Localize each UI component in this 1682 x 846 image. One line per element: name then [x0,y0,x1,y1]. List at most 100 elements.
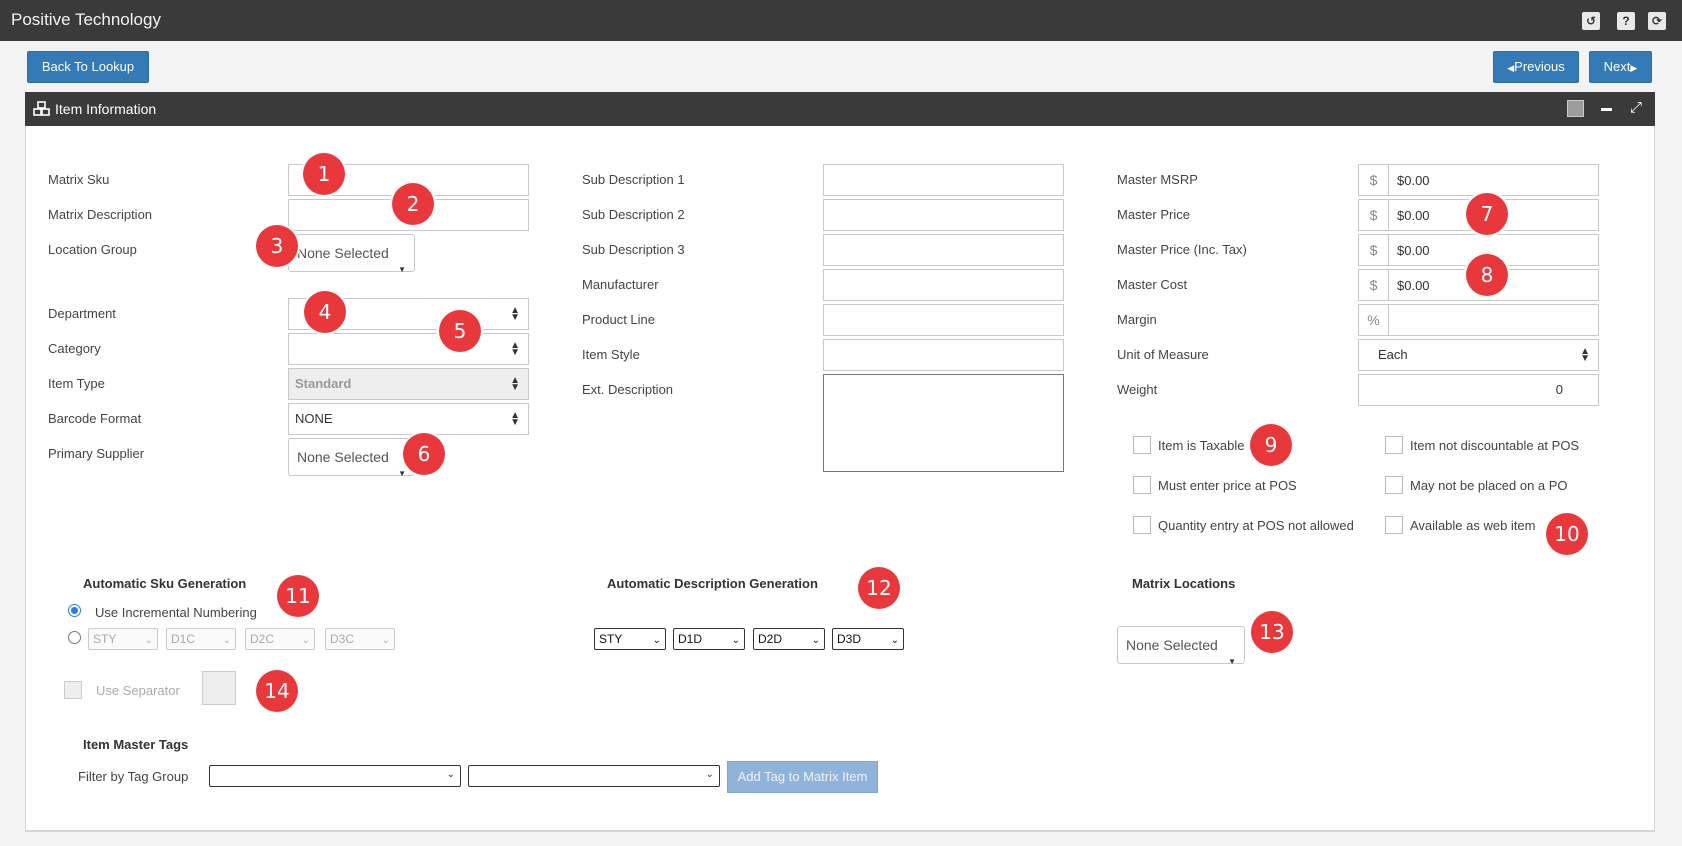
margin-input[interactable]: % [1358,304,1599,336]
refresh-icon[interactable]: ⟳ [1648,12,1666,30]
no-po-label: May not be placed on a PO [1410,478,1568,493]
next-label: Next [1603,59,1631,74]
product-line-input[interactable] [823,304,1064,336]
unit-of-measure-label: Unit of Measure [1117,347,1209,362]
barcode-format-label: Barcode Format [48,411,142,426]
ext-description-textarea[interactable] [823,374,1064,472]
manufacturer-input[interactable] [823,269,1064,301]
sku-part-value: D2C [250,632,275,646]
desc-part-value: D2D [758,632,783,646]
sku-part-select-1: STY ⌄ [88,628,158,650]
location-group-label: Location Group [48,242,137,257]
weight-input[interactable]: 0 [1358,374,1599,406]
not-discountable-checkbox[interactable] [1385,436,1403,454]
previous-label: Previous [1514,59,1565,74]
description-generation-title: Automatic Description Generation [607,576,818,591]
product-line-label: Product Line [582,312,655,327]
location-group-value: None Selected [297,245,389,261]
item-style-input[interactable] [823,339,1064,371]
tag-select[interactable]: ⌄ [468,765,720,787]
master-msrp-value: $0.00 [1397,173,1430,188]
sku-part-value: D1C [171,632,196,646]
matrix-locations-dropdown[interactable]: None Selected ▼ [1117,626,1245,666]
caret-down-icon: ⌄ [811,635,820,646]
location-group-dropdown[interactable]: None Selected ▼ [288,234,415,274]
desc-part-select-4[interactable]: D3D ⌄ [832,628,904,650]
caret-down-icon: ⌄ [890,635,899,646]
master-price-inc-tax-value: $0.00 [1397,243,1430,258]
master-msrp-input[interactable]: $ $0.00 [1358,164,1599,196]
app-header: Positive Technology ↺ ? ⟳ [0,0,1682,41]
item-taxable-checkbox[interactable] [1133,436,1151,454]
category-select[interactable]: ▲ ▼ [288,333,529,365]
sub-description-3-input[interactable] [823,234,1064,266]
panel-title: Item Information [55,101,157,117]
caret-down-icon: ⌄ [381,635,390,646]
use-separator-label: Use Separator [96,683,180,698]
unit-of-measure-select[interactable]: Each ▲ ▼ [1358,339,1599,371]
ext-description-label: Ext. Description [582,382,674,397]
desc-part-select-1[interactable]: STY ⌄ [594,628,666,650]
cubes-icon [33,101,50,116]
dollar-icon: $ [1359,270,1389,300]
use-separator-checkbox [64,681,82,699]
primary-supplier-label: Primary Supplier [48,446,145,461]
no-po-checkbox[interactable] [1385,476,1403,494]
dollar-icon: $ [1359,235,1389,265]
add-tag-button[interactable]: Add Tag to Matrix Item [727,761,878,793]
sub-description-2-input[interactable] [823,199,1064,231]
panel-color-toggle[interactable] [1567,100,1584,117]
caret-down-icon: ⌄ [705,769,714,780]
desc-part-select-2[interactable]: D1D ⌄ [673,628,745,650]
caret-down-icon: ⌄ [731,635,740,646]
enter-price-checkbox[interactable] [1133,476,1151,494]
tag-group-select[interactable]: ⌄ [209,765,461,787]
annotation-badge: 6 [403,433,445,475]
incremental-numbering-radio[interactable] [68,604,81,617]
sub-description-3-label: Sub Description 3 [582,242,685,257]
caret-down-icon: ▼ [1228,657,1236,666]
item-master-tags-title: Item Master Tags [83,737,189,752]
barcode-format-select[interactable]: NONE ▲ ▼ [288,403,529,435]
annotation-badge: 3 [256,225,298,267]
item-type-label: Item Type [48,376,105,391]
separator-input [202,671,236,705]
desc-part-value: STY [599,632,623,646]
annotation-badge: 9 [1250,424,1292,466]
annotation-badge: 14 [256,670,298,712]
sort-arrows-icon: ▲ ▼ [510,375,520,393]
annotation-badge: 5 [439,310,481,352]
panel-divider [25,830,1655,831]
weight-value: 0 [1555,382,1563,397]
primary-supplier-dropdown[interactable]: None Selected ▼ [288,438,415,478]
desc-part-select-3[interactable]: D2D ⌄ [753,628,825,650]
enter-price-label: Must enter price at POS [1158,478,1297,493]
department-label: Department [48,306,116,321]
matrix-locations-value: None Selected [1126,637,1218,653]
filter-tag-group-label: Filter by Tag Group [78,769,189,784]
sku-parts-radio[interactable] [68,631,81,644]
item-style-label: Item Style [582,347,640,362]
back-to-lookup-button[interactable]: Back To Lookup [27,51,149,83]
minimize-icon[interactable] [1601,108,1612,111]
no-qty-entry-checkbox[interactable] [1133,516,1151,534]
master-price-value: $0.00 [1397,208,1430,223]
next-button[interactable]: Next▶ [1589,51,1652,83]
caret-down-icon: ▼ [398,265,406,274]
annotation-badge: 12 [858,567,900,609]
desc-part-value: D3D [837,632,862,646]
item-type-value: Standard [295,376,352,391]
sub-description-1-input[interactable] [823,164,1064,196]
sort-arrows-icon: ▲ ▼ [1580,346,1590,364]
caret-down-icon: ⌄ [144,635,153,646]
caret-down-icon: ⌄ [222,635,231,646]
previous-button[interactable]: ◀Previous [1493,51,1579,83]
master-cost-label: Master Cost [1117,277,1188,292]
panel-header: Item Information ⤢ [25,92,1655,126]
web-item-checkbox[interactable] [1385,516,1403,534]
history-icon[interactable]: ↺ [1582,12,1600,30]
barcode-format-value: NONE [295,411,333,426]
help-icon[interactable]: ? [1617,12,1635,30]
expand-icon[interactable]: ⤢ [1630,100,1646,116]
manufacturer-label: Manufacturer [582,277,659,292]
